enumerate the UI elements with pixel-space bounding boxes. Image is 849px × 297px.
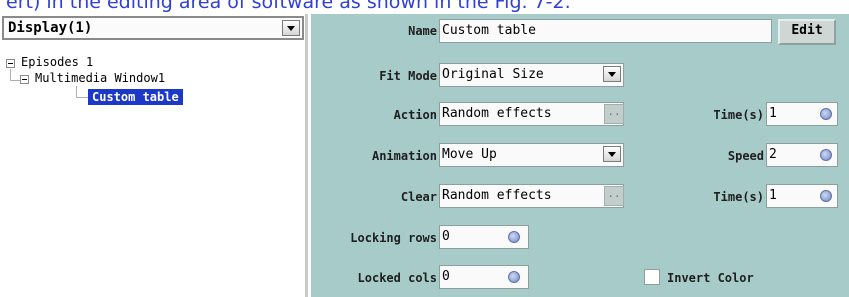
chevron-down-icon[interactable] [282,20,300,36]
clear-label: Clear [400,190,437,204]
locked-cols-label: Locked cols [357,271,437,285]
chevron-down-icon[interactable] [603,66,621,82]
chevron-down-icon[interactable] [603,146,621,162]
collapse-icon[interactable] [6,59,15,68]
locking-rows-label: Locking rows [350,231,437,245]
ellipsis-button[interactable]: .. [604,104,624,124]
action-select[interactable]: Random effects [439,102,624,126]
action-label: Action [393,108,437,122]
spin-icon[interactable] [508,231,520,243]
display-select-value: Display(1) [8,20,93,36]
speed-label: Speed [727,149,764,163]
collapse-icon[interactable] [20,75,29,84]
caption-text: ert) in the editing area of software as … [6,0,571,13]
spin-icon[interactable] [820,190,832,202]
invert-color-checkbox[interactable] [644,269,660,285]
ellipsis-button[interactable]: .. [604,186,624,206]
time-label-2: Time(s) [713,190,764,204]
properties-panel: Name Custom table Edit Fit Mode Original… [311,14,849,297]
spin-icon[interactable] [820,149,832,161]
edit-button[interactable]: Edit [778,19,836,45]
time-label-1: Time(s) [713,108,764,122]
fit-mode-select[interactable]: Original Size [439,63,624,87]
name-label: Name [408,24,437,38]
tree-item-multimedia-window[interactable]: Multimedia Window1 [35,70,165,86]
clear-select[interactable]: Random effects [439,184,624,208]
tree-line [76,97,88,98]
tree-panel: Display(1) Episodes 1 Multimedia Window1… [0,14,308,297]
tree-item-episodes[interactable]: Episodes 1 [21,54,93,70]
display-select[interactable]: Display(1) [2,16,304,40]
animation-select[interactable]: Move Up [439,143,624,167]
name-input[interactable]: Custom table [439,19,772,43]
fit-mode-label: Fit Mode [379,69,437,83]
spin-icon[interactable] [508,271,520,283]
animation-label: Animation [371,149,437,163]
invert-color-label: Invert Color [667,271,754,285]
tree-item-custom-table[interactable]: Custom table [88,89,183,105]
tree-line [10,80,20,81]
spin-icon[interactable] [820,108,832,120]
